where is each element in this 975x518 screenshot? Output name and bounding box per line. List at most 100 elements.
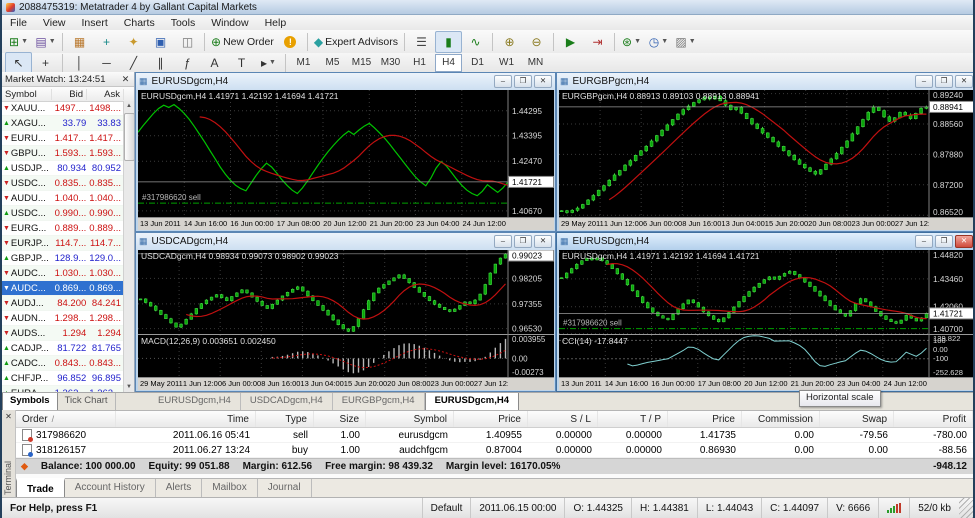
expert-advisors-button[interactable]: ◆ Expert Advisors (311, 31, 401, 53)
column-header-symbol[interactable]: Symbol (2, 88, 52, 100)
chart-window-eurusdgcm-h4[interactable]: ▦ EURUSDgcm,H4 – ❐ ✕ #317986620 sell 1.44295 1.… (135, 72, 556, 232)
close-icon[interactable]: ✕ (534, 235, 552, 248)
chart-bars-button[interactable]: ☰ (408, 31, 435, 53)
strategy-tester-toggle-button[interactable]: ◫ (174, 31, 201, 53)
templates-button[interactable]: ▨ ▼ (672, 31, 699, 53)
chart-title-bar[interactable]: ▦ EURUSDgcm,H4 – ❐ ✕ (136, 73, 555, 90)
chart-candlesticks-button[interactable]: ▮ (435, 30, 463, 53)
orders-column-size[interactable]: Size (314, 411, 366, 427)
equidistant-channel-button[interactable]: ∥ (147, 52, 174, 74)
market-watch-scrollbar[interactable]: ▲ ▼ (123, 101, 134, 392)
symbol-row[interactable]: ▼ AUDC... 1.030... 1.030... (2, 266, 123, 281)
chart-shift-button[interactable]: ⇥ (584, 31, 611, 53)
chart-canvas[interactable]: 0.89240 0.88560 0.87880 0.87200 0.86520 0.889… (559, 90, 975, 230)
orders-column-sl[interactable]: S / L (528, 411, 598, 427)
indicator-subwindow[interactable]: 139.8221000.00-100-252.628CCI(14) -17.84… (559, 334, 975, 377)
timeframe-h4[interactable]: H4 (435, 53, 462, 72)
timeframe-w1[interactable]: W1 (493, 54, 520, 72)
orders-column-price[interactable]: Price (454, 411, 528, 427)
symbol-row[interactable]: ▲ CADJP... 81.722 81.765 (2, 341, 123, 356)
arrows-tool-button[interactable]: ▸ ▼ (255, 52, 282, 74)
orders-column-order[interactable]: Order / (16, 411, 116, 427)
symbol-row[interactable]: ▼ XAUU... 1497.... 1498.... (2, 101, 123, 116)
order-row[interactable]: 317986620 2011.06.16 05:41 sell 1.00 eurusdg… (16, 428, 973, 443)
menu-view[interactable]: View (35, 15, 74, 30)
price-chart[interactable]: 0.98205 0.97355 0.96530 0.99023 USDCADgcm,H4… (138, 250, 554, 334)
close-icon[interactable]: ✕ (120, 74, 131, 85)
timeframe-d1[interactable]: D1 (464, 54, 491, 72)
title-bar[interactable]: 2088475319: Metatrader 4 by Gallant Capi… (2, 0, 973, 15)
chart-canvas[interactable]: #317986620 sell 1.44295 1.43395 1.42470 1.40… (138, 90, 554, 230)
metaquotes-alert-button[interactable]: ! (277, 31, 304, 53)
symbol-row[interactable]: ▲ XAGU... 33.79 33.83 (2, 116, 123, 131)
orders-column-price[interactable]: Price (668, 411, 742, 427)
orders-column-symbol[interactable]: Symbol (366, 411, 454, 427)
resize-grip[interactable] (959, 498, 973, 518)
menu-insert[interactable]: Insert (74, 15, 116, 30)
terminal-tab-journal[interactable]: Journal (258, 479, 312, 498)
symbol-row[interactable]: ▲ USDC... 0.990... 0.990... (2, 206, 123, 221)
terminal-tab-trade[interactable]: Trade (16, 478, 65, 498)
column-header-bid[interactable]: Bid (52, 88, 87, 100)
restore-icon[interactable]: ❐ (514, 235, 532, 248)
close-icon[interactable]: ✕ (534, 75, 552, 88)
menu-tools[interactable]: Tools (163, 15, 204, 30)
close-icon[interactable]: ✕ (955, 235, 973, 248)
text-label-button[interactable]: T (228, 52, 255, 74)
symbol-row[interactable]: ▼ USDC... 0.835... 0.835... (2, 176, 123, 191)
symbol-row[interactable]: ▼ EURG... 0.889... 0.889... (2, 221, 123, 236)
chart-window-usdcadgcm-h4[interactable]: ▦ USDCADgcm,H4– ❐ ✕ 0.98205 0.97355 0.96530 0.9… (135, 232, 556, 392)
terminal-toggle-button[interactable]: ▣ (147, 31, 174, 53)
chart-window-eurusdgcm-h4[interactable]: ▦ EURUSDgcm,H4 – ❐ ✕ #317986620 sell 1.44820 1.… (556, 232, 975, 392)
menu-window[interactable]: Window (203, 15, 256, 30)
indicators-list-button[interactable]: ⊛ ▼ (618, 31, 645, 53)
symbol-row[interactable]: ▼ AUDS... 1.294 1.294 (2, 326, 123, 341)
symbol-row[interactable]: ▼ AUDC... 0.869... 0.869... (2, 281, 123, 296)
symbol-row[interactable]: ▲ CADC... 0.843... 0.843... (2, 356, 123, 371)
chart-line-button[interactable]: ∿ (462, 31, 489, 53)
price-chart[interactable]: #317986620 sell1.448201.434601.420601.40… (559, 250, 975, 334)
fibonacci-retracement-button[interactable]: ƒ (174, 52, 201, 74)
menu-help[interactable]: Help (257, 15, 295, 30)
market-watch-tab-tick-chart[interactable]: Tick Chart (58, 393, 116, 411)
vertical-line-button[interactable]: │ (66, 52, 93, 74)
orders-column-time[interactable]: Time (116, 411, 256, 427)
orders-column-swap[interactable]: Swap (820, 411, 894, 427)
timeframe-mn[interactable]: MN (522, 54, 549, 72)
price-chart[interactable]: #317986620 sell 1.44295 1.43395 1.42470 1.40… (138, 90, 554, 217)
market-watch-toggle-button[interactable]: ▦ (66, 31, 93, 53)
symbol-row[interactable]: ▲ USDJP... 80.934 80.952 (2, 161, 123, 176)
symbol-row[interactable]: ▲ CHFJP... 96.852 96.895 (2, 371, 123, 386)
zoom-in-button[interactable]: ⊕ (496, 31, 523, 53)
orders-column-type[interactable]: Type (256, 411, 314, 427)
order-row[interactable]: 318126157 2011.06.27 13:24 buy 1.00 audchfgc… (16, 443, 973, 458)
minimize-icon[interactable]: – (915, 75, 933, 88)
status-profile[interactable]: Default (421, 498, 471, 518)
data-window-toggle-button[interactable]: + (93, 31, 120, 53)
terminal-tab-alerts[interactable]: Alerts (156, 479, 203, 498)
market-watch-tab-symbols[interactable]: Symbols (2, 393, 58, 411)
menu-charts[interactable]: Charts (116, 15, 163, 30)
navigator-toggle-button[interactable]: ✦ (120, 31, 147, 53)
terminal-tab-mailbox[interactable]: Mailbox (202, 479, 258, 498)
timeframe-m5[interactable]: M5 (319, 54, 346, 72)
chart-title-bar[interactable]: ▦ EURUSDgcm,H4 – ❐ ✕ (557, 233, 973, 250)
symbol-row[interactable]: ▼ EURU... 1.417... 1.417... (2, 131, 123, 146)
scroll-thumb[interactable] (123, 113, 134, 161)
new-order-button[interactable]: ⊕ New Order (208, 31, 277, 53)
chart-tab-1[interactable]: USDCADgcm,H4 (241, 393, 333, 411)
restore-icon[interactable]: ❐ (935, 75, 953, 88)
restore-icon[interactable]: ❐ (935, 235, 953, 248)
chart-canvas[interactable]: 0.98205 0.97355 0.96530 0.99023 USDCADgcm,H4… (138, 250, 554, 390)
restore-icon[interactable]: ❐ (514, 75, 532, 88)
chart-window-eurgbpgcm-h4[interactable]: ▦ EURGBPgcm,H4– ❐ ✕ 0.89240 0.88560 0.87880 0.8… (556, 72, 975, 232)
price-chart[interactable]: 0.89240 0.88560 0.87880 0.87200 0.86520 0.889… (559, 90, 975, 217)
chart-tab-3[interactable]: EURUSDgcm,H4 (424, 393, 520, 411)
timeframe-m15[interactable]: M15 (348, 54, 375, 72)
terminal-close-icon[interactable]: ✕ (2, 412, 15, 421)
timeframe-m30[interactable]: M30 (377, 54, 404, 72)
minimize-icon[interactable]: – (915, 235, 933, 248)
scroll-down-icon[interactable]: ▼ (126, 382, 132, 392)
minimize-icon[interactable]: – (494, 235, 512, 248)
symbol-row[interactable]: ▼ GBPU... 1.593... 1.593... (2, 146, 123, 161)
